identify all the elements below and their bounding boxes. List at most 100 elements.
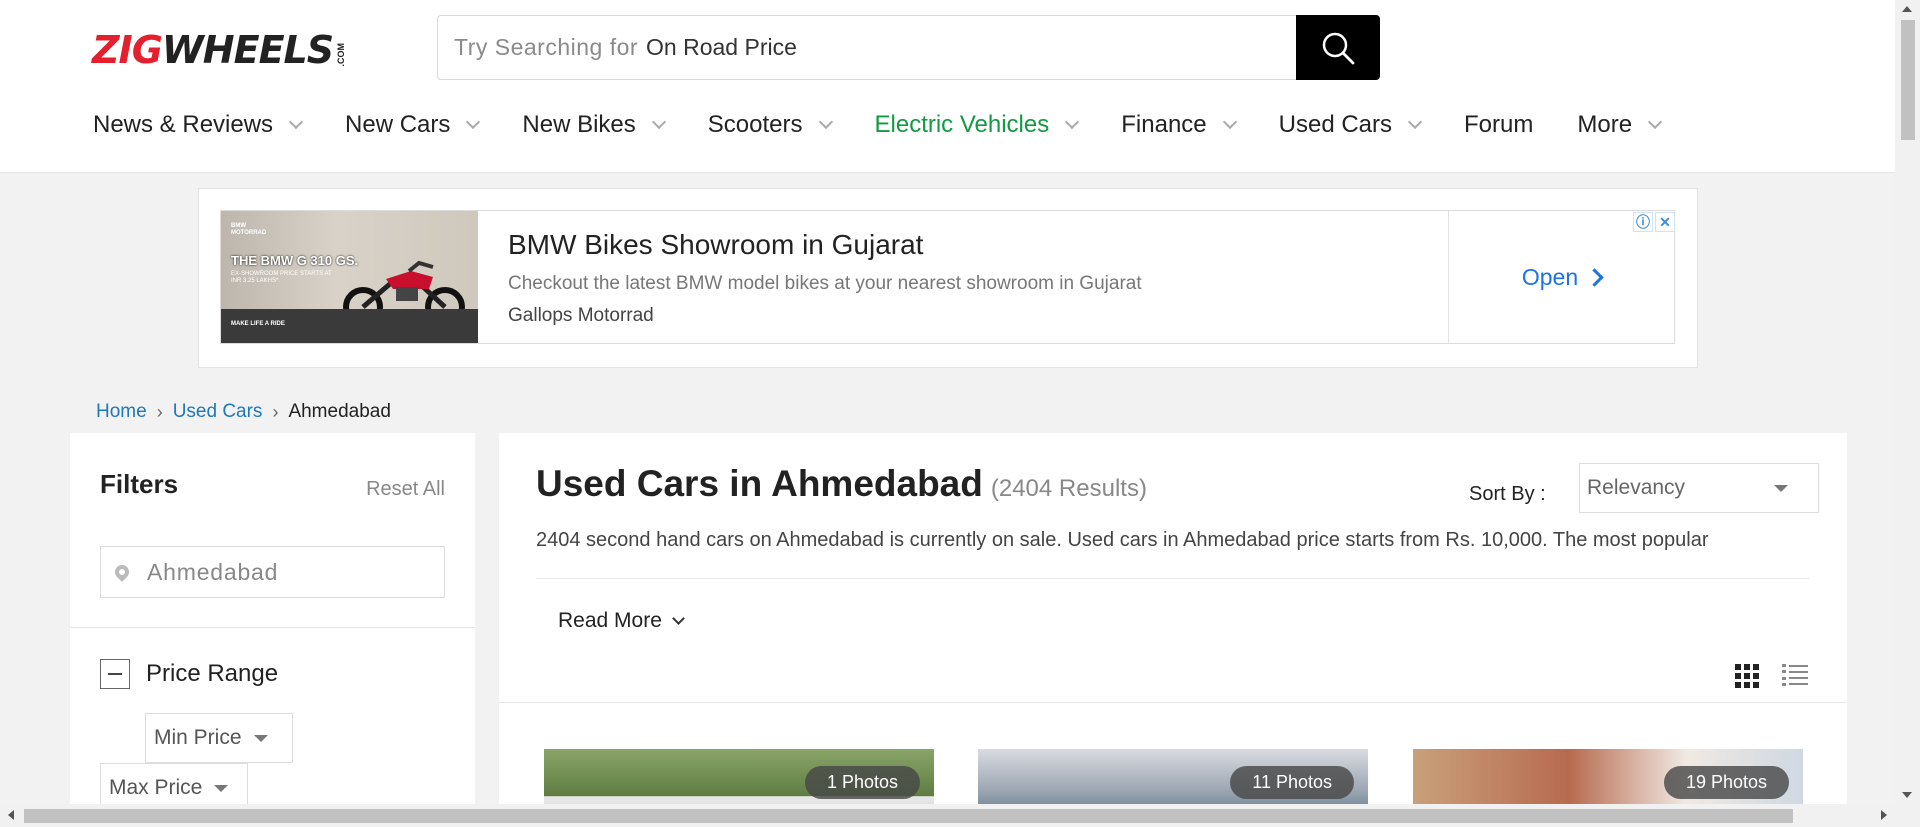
read-more-label: Read More (558, 609, 662, 632)
chevron-down-icon (466, 114, 481, 130)
listing-description: 2404 second hand cars on Ahmedabad is cu… (536, 529, 1709, 551)
scrollbar-thumb[interactable] (24, 809, 1793, 823)
nav-forum[interactable]: Forum (1464, 111, 1533, 139)
divider (70, 627, 475, 628)
search-prompt: Try Searching for (454, 34, 639, 60)
nav-label: New Cars (345, 111, 451, 138)
search-bar: Try Searching for On Road Price (437, 15, 1380, 80)
read-more-button[interactable]: Read More (558, 609, 685, 633)
page-title: Used Cars in Ahmedabad (2404 Results) (536, 463, 1147, 505)
sort-value: Relevancy (1587, 476, 1686, 499)
divider (536, 578, 1809, 579)
search-icon (1322, 32, 1355, 64)
scroll-left-arrow-icon[interactable] (8, 810, 14, 820)
nav-label: Forum (1464, 111, 1534, 138)
result-count: (2404 Results) (990, 475, 1147, 502)
nav-used-cars[interactable]: Used Cars (1278, 111, 1423, 139)
breadcrumb-separator: › (156, 401, 163, 422)
breadcrumb-separator: › (272, 401, 279, 422)
search-button[interactable] (1296, 15, 1380, 80)
nav-label: More (1577, 111, 1633, 138)
ad-image-brand-line: BMW (231, 223, 246, 229)
chevron-down-icon (1647, 114, 1663, 130)
nav-scooters[interactable]: Scooters (707, 111, 833, 139)
search-input[interactable]: Try Searching for On Road Price (437, 15, 1296, 80)
sort-label: Sort By : (1469, 483, 1546, 505)
nav-finance[interactable]: Finance (1121, 111, 1237, 139)
logo-com: .COM (336, 42, 347, 67)
ad-advertiser: Gallops Motorrad (508, 305, 654, 326)
chevron-down-icon (1407, 114, 1423, 130)
photo-count-badge: 19 Photos (1663, 766, 1789, 799)
scroll-up-arrow-icon[interactable] (1902, 6, 1912, 12)
site-header: ZIGWHEELS .COM Try Searching for On Road… (0, 0, 1895, 173)
collapse-icon[interactable] (100, 659, 130, 689)
price-range-label: Price Range (146, 660, 279, 687)
reset-all-button[interactable]: Reset All (366, 478, 445, 501)
ad-image-subline: EX-SHOWROOM PRICE STARTS AT INR 3.25 LAK… (231, 271, 332, 284)
max-price-label: Max Price (109, 776, 203, 799)
ad-image[interactable]: BMW MOTORRAD THE BMW G 310 GS. EX-SHOWROO… (221, 211, 478, 343)
price-range-header[interactable]: Price Range (100, 659, 278, 689)
ad-image-brand-line: MOTORRAD (231, 230, 267, 236)
chevron-down-icon (288, 114, 304, 130)
nav-label: Electric Vehicles (874, 111, 1050, 138)
nav-new-bikes[interactable]: New Bikes (522, 111, 666, 139)
nav-electric-vehicles[interactable]: Electric Vehicles (874, 111, 1080, 139)
zigwheels-logo[interactable]: ZIGWHEELS .COM (92, 30, 372, 70)
ad-info-icon[interactable]: ⓘ (1633, 212, 1653, 232)
list-view-icon[interactable] (1782, 664, 1808, 686)
filters-title: Filters (100, 469, 179, 499)
caret-down-icon (1774, 484, 1788, 492)
location-pin-icon (112, 562, 132, 582)
logo-wheels: WHEELS (161, 28, 334, 72)
photo-count-badge: 1 Photos (804, 766, 920, 799)
nav-label: Scooters (707, 111, 803, 138)
logo-zig: ZIG (92, 28, 163, 72)
horizontal-scrollbar[interactable] (0, 804, 1895, 827)
ad-description: Checkout the latest BMW model bikes at y… (508, 273, 1142, 294)
grid-view-icon[interactable] (1735, 664, 1759, 688)
chevron-right-icon (1585, 267, 1604, 287)
divider (499, 702, 1847, 703)
sort-select[interactable]: Relevancy (1579, 463, 1819, 513)
ad-banner-container: BMW MOTORRAD THE BMW G 310 GS. EX-SHOWROO… (198, 188, 1698, 368)
nav-more[interactable]: More (1577, 111, 1663, 139)
scroll-right-arrow-icon[interactable] (1881, 810, 1887, 820)
caret-down-icon (214, 784, 229, 792)
chevron-down-icon (1065, 114, 1080, 130)
photo-count-badge: 11 Photos (1230, 766, 1354, 799)
scrollbar-corner (1895, 804, 1920, 827)
search-rotating-term: On Road Price (646, 34, 797, 60)
ad-body[interactable]: BMW Bikes Showroom in Gujarat Checkout t… (478, 211, 1448, 343)
ad-open-label: Open (1521, 263, 1579, 290)
chevron-down-icon (818, 114, 833, 130)
breadcrumb-used-cars[interactable]: Used Cars (173, 401, 263, 423)
nav-label: News & Reviews (93, 111, 274, 138)
page-title-text: Used Cars in Ahmedabad (536, 463, 983, 504)
min-price-label: Min Price (154, 726, 242, 749)
nav-label: Used Cars (1278, 111, 1393, 138)
ad-close-icon[interactable]: ✕ (1655, 212, 1675, 232)
breadcrumb-home[interactable]: Home (96, 401, 147, 423)
nav-news-reviews[interactable]: News & Reviews (93, 111, 304, 139)
nav-new-cars[interactable]: New Cars (345, 111, 481, 139)
location-input[interactable]: Ahmedabad (100, 546, 445, 598)
caret-down-icon (253, 734, 268, 742)
logo-wordmark: ZIGWHEELS (92, 28, 334, 72)
ad-banner[interactable]: BMW MOTORRAD THE BMW G 310 GS. EX-SHOWROO… (220, 210, 1675, 344)
chevron-down-icon (672, 611, 685, 625)
nav-label: New Bikes (522, 111, 636, 138)
scrollbar-thumb[interactable] (1901, 20, 1915, 140)
vertical-scrollbar[interactable] (1895, 0, 1920, 804)
scroll-down-arrow-icon[interactable] (1902, 792, 1912, 798)
filters-panel: Filters Reset All Ahmedabad Price Range … (70, 433, 475, 827)
listing-main: Used Cars in Ahmedabad (2404 Results) So… (499, 433, 1847, 827)
ad-image-tagline: MAKE LIFE A RIDE (231, 321, 285, 327)
nav-label: Finance (1121, 111, 1207, 138)
ad-image-headline: THE BMW G 310 GS. (231, 253, 359, 268)
location-value: Ahmedabad (147, 558, 279, 585)
ad-title[interactable]: BMW Bikes Showroom in Gujarat (508, 229, 1418, 261)
min-price-select[interactable]: Min Price (145, 713, 293, 763)
ad-controls: ⓘ ✕ (1633, 212, 1675, 232)
